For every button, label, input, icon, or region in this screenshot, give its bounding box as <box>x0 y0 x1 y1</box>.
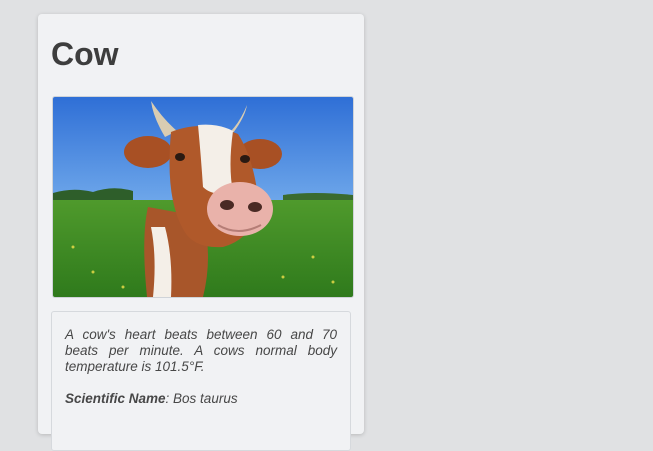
cow-fact-text: A cow's heart beats between 60 and 70 be… <box>65 327 337 374</box>
cow-photo <box>52 96 354 298</box>
scientific-name-label: Scientific Name <box>65 391 166 406</box>
fact-panel: A cow's heart beats between 60 and 70 be… <box>51 311 351 451</box>
card-title: Cow <box>51 36 119 72</box>
scientific-name-value: : Bos taurus <box>165 391 238 406</box>
animal-card: Cow A cow's heart beats between 60 and 7… <box>38 14 364 451</box>
